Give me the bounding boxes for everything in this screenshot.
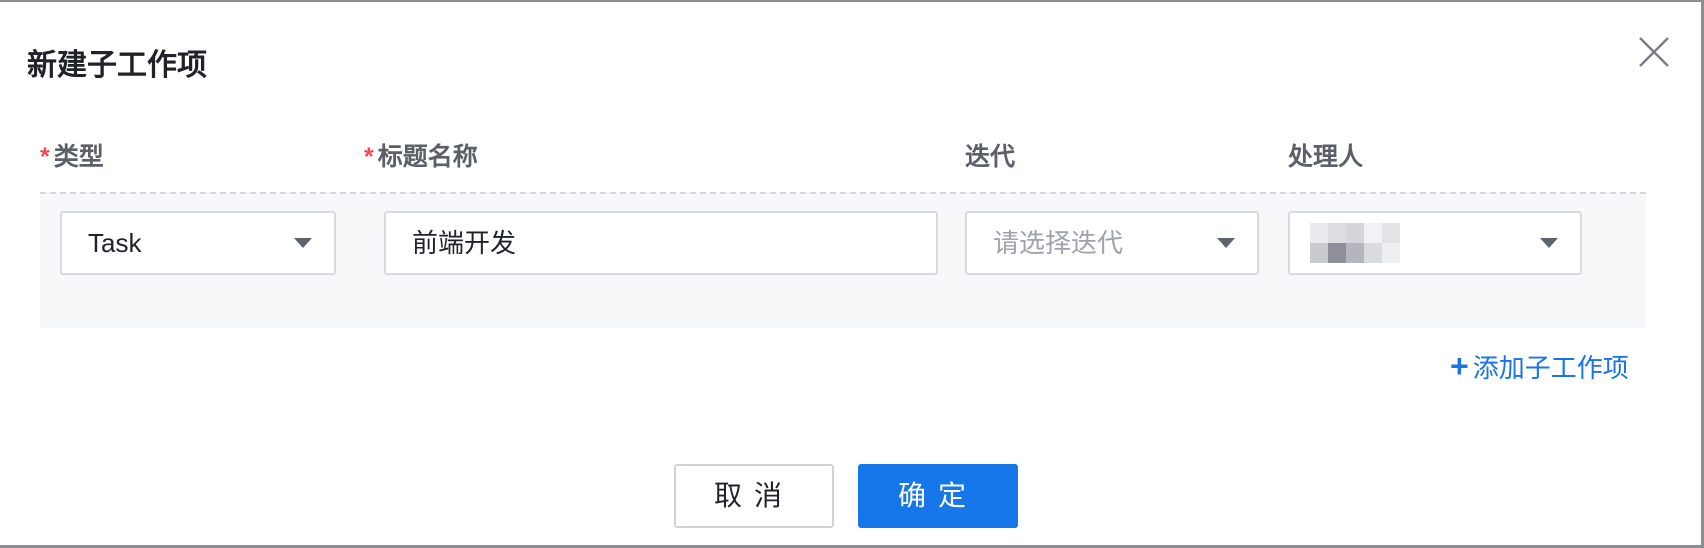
- column-header-title: * 标题名称: [364, 140, 478, 174]
- iteration-select[interactable]: 请选择迭代: [965, 211, 1259, 275]
- column-header-assignee: 处理人: [1288, 140, 1363, 174]
- caret-down-icon: [1217, 238, 1235, 248]
- title-input[interactable]: 前端开发: [384, 211, 938, 275]
- confirm-button[interactable]: 确定: [858, 464, 1018, 528]
- column-label-title: 标题名称: [377, 143, 478, 171]
- column-label-assignee: 处理人: [1288, 143, 1364, 171]
- create-subtask-dialog: 新建子工作项 * 类型 * 标题名称 迭代 处理人 Task 前端开发 请选择迭代: [0, 0, 1704, 548]
- plus-icon: +: [1450, 348, 1469, 384]
- required-mark: *: [40, 143, 50, 171]
- dialog-title: 新建子工作项: [27, 49, 207, 82]
- iteration-select-placeholder: 请选择迭代: [993, 228, 1124, 258]
- close-icon: [1639, 37, 1669, 67]
- cancel-button[interactable]: 取消: [674, 464, 834, 528]
- type-select[interactable]: Task: [60, 211, 336, 275]
- caret-down-icon: [294, 238, 312, 248]
- column-label-iteration: 迭代: [965, 143, 1016, 171]
- title-input-value: 前端开发: [412, 228, 517, 258]
- close-button[interactable]: [1636, 34, 1672, 70]
- assignee-select[interactable]: [1288, 211, 1582, 275]
- column-label-type: 类型: [53, 143, 104, 171]
- add-subtask-label: 添加子工作项: [1472, 353, 1629, 383]
- assignee-avatar: [1310, 223, 1400, 263]
- add-subtask-link[interactable]: + 添加子工作项: [1450, 348, 1629, 386]
- caret-down-icon: [1540, 238, 1558, 248]
- column-header-type: * 类型: [40, 140, 104, 174]
- required-mark: *: [364, 143, 374, 171]
- type-select-value: Task: [88, 228, 142, 258]
- column-header-iteration: 迭代: [965, 140, 1015, 174]
